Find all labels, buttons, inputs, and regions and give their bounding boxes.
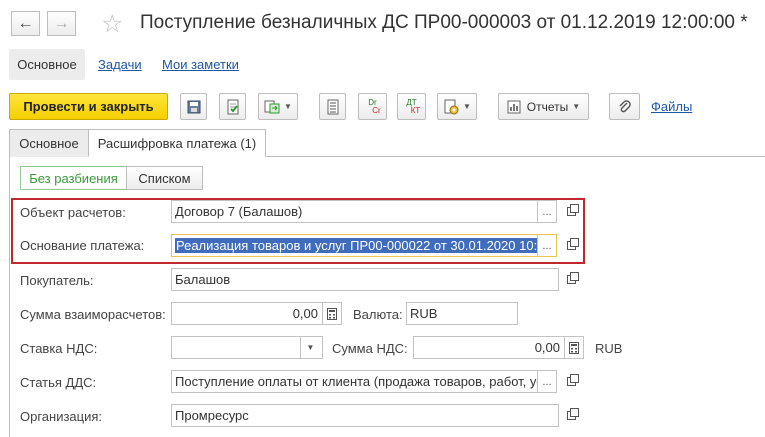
open-icon (566, 374, 579, 386)
kt-label: КТ (410, 105, 421, 115)
buyer-field[interactable]: Балашов (171, 268, 559, 291)
tab-notes[interactable]: Мои заметки (162, 57, 239, 72)
chevron-down-icon: ▼ (572, 102, 581, 111)
arrow-left-icon: ← (17, 14, 34, 32)
files-link[interactable]: Файлы (651, 99, 692, 114)
chevron-down-icon: ▼ (463, 102, 471, 111)
list-toggle[interactable]: Списком (126, 166, 203, 190)
payment-basis-value: Реализация товаров и услуг ПР00-000022 о… (175, 238, 538, 253)
arrow-right-icon: → (53, 14, 70, 32)
buyer-label: Покупатель: (20, 273, 94, 288)
tab-main[interactable]: Основное (9, 49, 85, 80)
form-tab-payment-details[interactable]: Расшифровка платежа (1) (88, 129, 266, 157)
settings-menu-button[interactable]: ▼ (437, 93, 477, 120)
document-gear-icon (444, 99, 459, 114)
settlement-object-label: Объект расчетов: (20, 205, 126, 220)
paperclip-icon (619, 99, 631, 112)
payment-basis-select-button[interactable]: ... (537, 234, 557, 257)
document-post-icon (227, 99, 238, 114)
organization-label: Организация: (20, 409, 103, 424)
back-button[interactable]: ← (11, 11, 40, 36)
cash-flow-item-field[interactable]: Поступление оплаты от клиента (продажа т… (171, 370, 538, 393)
cash-flow-item-select-button[interactable]: ... (537, 370, 557, 393)
settlement-amount-calculator-button[interactable] (322, 302, 342, 325)
attach-button[interactable] (609, 93, 640, 120)
dt-kt-button[interactable]: ДТ КТ (397, 93, 426, 120)
post-and-close-button[interactable]: Провести и закрыть (9, 93, 168, 120)
cash-flow-item-label: Статья ДДС: (20, 375, 97, 390)
calculator-icon (569, 341, 579, 354)
page-title: Поступление безналичных ДС ПР00-000003 о… (140, 12, 748, 33)
settlement-amount-field[interactable]: 0,00 (171, 302, 323, 325)
settlement-object-select-button[interactable]: ... (537, 200, 557, 223)
tab-tasks[interactable]: Задачи (98, 57, 142, 72)
buyer-open-button[interactable] (560, 268, 582, 291)
list-button[interactable] (319, 93, 346, 120)
form-tab-payment-details-label: Расшифровка платежа (1) (97, 135, 257, 151)
create-based-icon (264, 100, 280, 113)
organization-field[interactable]: Промресурс (171, 404, 559, 427)
vat-rate-label: Ставка НДС: (20, 341, 98, 356)
payment-basis-field[interactable]: Реализация товаров и услуг ПР00-000022 о… (171, 234, 538, 257)
open-icon (566, 238, 579, 250)
calculator-icon (327, 307, 337, 320)
favorite-star-icon[interactable]: ☆ (101, 9, 123, 39)
save-button[interactable] (180, 93, 207, 120)
forward-button[interactable]: → (47, 11, 76, 36)
vat-rate-dropdown-button[interactable]: ▼ (300, 337, 320, 358)
dr-cr-button[interactable]: Dr Cr (358, 93, 387, 120)
chevron-down-icon: ▼ (306, 343, 315, 352)
vat-amount-calculator-button[interactable] (564, 336, 584, 359)
cr-label: Cr (372, 105, 381, 115)
payment-basis-label: Основание платежа: (20, 238, 145, 253)
cash-flow-item-open-button[interactable] (560, 370, 582, 393)
currency-label: Валюта: (353, 307, 403, 322)
no-split-toggle[interactable]: Без разбиения (20, 166, 127, 190)
report-icon (507, 100, 521, 113)
settlement-amount-label: Сумма взаиморасчетов: (20, 307, 166, 322)
form-tab-main-label: Основное (19, 136, 79, 151)
open-icon (566, 408, 579, 420)
reports-label: Отчеты (526, 99, 569, 114)
vat-amount-field[interactable]: 0,00 (413, 336, 565, 359)
open-icon (566, 204, 579, 216)
floppy-disk-icon (187, 100, 200, 113)
payment-basis-open-button[interactable] (560, 234, 582, 257)
settlement-object-open-button[interactable] (560, 200, 582, 223)
currency-field[interactable]: RUB (406, 302, 518, 325)
vat-currency-label: RUB (595, 341, 623, 356)
form-tab-main[interactable]: Основное (9, 129, 89, 157)
open-icon (566, 272, 579, 284)
organization-open-button[interactable] (560, 404, 582, 427)
chevron-down-icon: ▼ (284, 102, 292, 111)
vat-amount-label: Сумма НДС: (332, 341, 408, 356)
reports-button[interactable]: Отчеты ▼ (498, 93, 589, 120)
post-button[interactable] (219, 93, 246, 120)
tab-main-label: Основное (17, 57, 77, 72)
settlement-object-field[interactable]: Договор 7 (Балашов) (171, 200, 538, 223)
list-icon (327, 99, 338, 114)
create-based-on-button[interactable]: ▼ (258, 93, 298, 120)
